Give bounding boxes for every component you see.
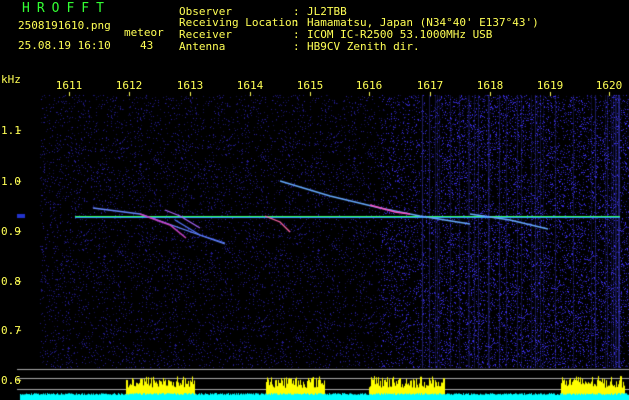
datetime: 25.08.19 16:10 <box>18 39 111 52</box>
x-tick-label: 1616 <box>355 79 383 92</box>
x-tick-label: 1618 <box>476 79 504 92</box>
x-tick-label: 1615 <box>296 79 324 92</box>
meteor-count: 43 <box>140 39 154 52</box>
filename: 2508191610.png <box>18 19 111 32</box>
y-tick-label: 1.1 <box>1 124 21 137</box>
y-tick-label: 0.8 <box>1 275 21 288</box>
app-title: HROFFT <box>22 1 111 16</box>
x-tick-label: 1620 <box>595 79 623 92</box>
x-tick-label: 1612 <box>115 79 143 92</box>
x-tick-label: 1611 <box>55 79 83 92</box>
y-tick-label: 0.9 <box>1 225 21 238</box>
antenna-value: HB9CV Zenith dir. <box>307 40 420 53</box>
x-tick-label: 1617 <box>416 79 444 92</box>
y-tick-label: 0.7 <box>1 324 21 337</box>
y-tick-label: 1.0 <box>1 175 21 188</box>
antenna-label: Antenna <box>179 40 226 53</box>
x-tick-label: 1613 <box>176 79 204 92</box>
meteor-label: meteor <box>124 26 164 39</box>
x-tick-label: 1614 <box>236 79 264 92</box>
antenna-separator: : <box>293 40 300 53</box>
y-tick-label: 0.6 <box>1 374 21 387</box>
x-tick-label: 1619 <box>536 79 564 92</box>
spectrogram-canvas <box>0 0 629 400</box>
y-axis-unit: kHz <box>1 73 21 86</box>
